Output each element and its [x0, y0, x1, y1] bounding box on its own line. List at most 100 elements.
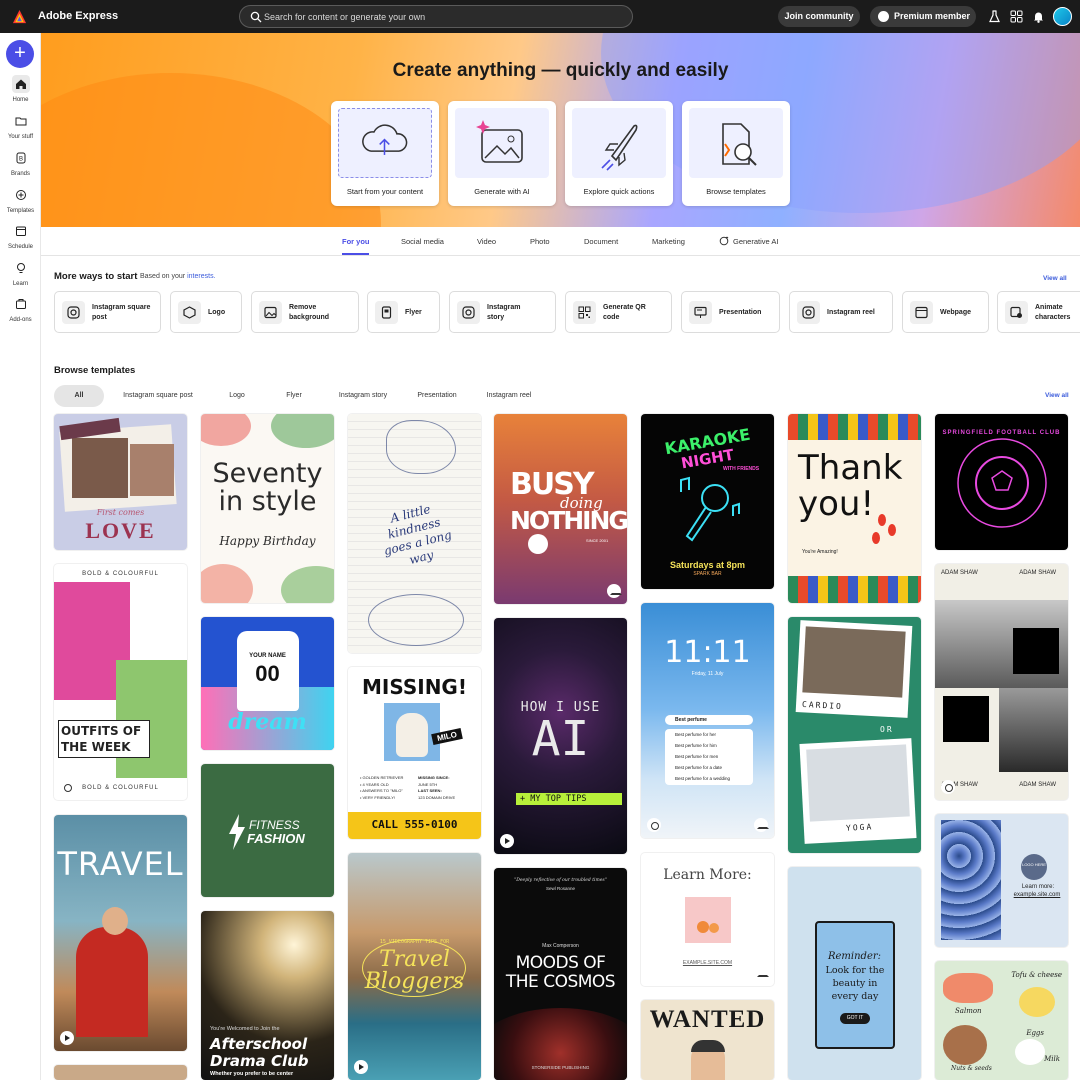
quick-label: Remove background — [289, 303, 330, 321]
template-text: Travel — [379, 947, 450, 972]
template-card-blue-florals[interactable]: LOGO HERE Learn more: example.site.com — [935, 814, 1068, 947]
quick-instagram-reel[interactable]: Instagram reel — [789, 291, 893, 333]
adobe-express-logo-icon[interactable] — [12, 9, 27, 24]
tab-video[interactable]: Video — [477, 237, 496, 246]
rail-item-learn[interactable]: Learn — [0, 259, 41, 287]
template-text: THE WEEK — [61, 740, 131, 754]
logo-icon — [183, 306, 196, 319]
tab-social-media[interactable]: Social media — [401, 237, 444, 246]
user-avatar[interactable] — [1053, 7, 1072, 26]
filter-chip-instagram-square-post[interactable]: Instagram square post — [114, 385, 202, 407]
template-card-jersey[interactable]: YOUR NAME 00 dream — [201, 617, 334, 750]
create-new-button[interactable]: + — [6, 40, 34, 68]
filter-chip-instagram-reel[interactable]: Instagram reel — [478, 385, 540, 407]
template-card-cardio-or-yoga[interactable]: CARDIO OR YOGA — [788, 617, 921, 853]
flyer-icon — [381, 306, 392, 319]
more-ways-view-all-link[interactable]: View all — [1043, 275, 1067, 282]
tab-label: Generative AI — [733, 237, 779, 246]
instagram-icon — [802, 306, 815, 319]
quick-presentation[interactable]: Presentation — [681, 291, 780, 333]
template-card-partial[interactable] — [54, 1065, 187, 1080]
rail-item-add-ons[interactable]: Add-ons — [0, 295, 41, 323]
start-from-content-card[interactable]: Start from your content — [331, 101, 439, 206]
rail-item-templates[interactable]: Templates — [0, 186, 41, 214]
qr-code-icon — [578, 306, 591, 319]
template-card-karaoke-night[interactable]: KARAOKE NIGHT WITH FRIENDS Saturdays at … — [641, 414, 774, 589]
template-card-lock-screen[interactable]: 11:11 Friday, 11 July Best perfume Best … — [641, 603, 774, 838]
template-card-adam-shaw[interactable]: ADAM SHAW ADAM SHAW ADAM SHAW ADAM SHAW — [935, 564, 1068, 800]
filter-chip-logo[interactable]: Logo — [218, 385, 256, 407]
tab-for-you[interactable]: For you — [342, 237, 370, 246]
template-card-kindness[interactable]: A little kindness goes a long way — [348, 414, 481, 653]
left-rail: + Home Your stuff B Brands Templates Sch… — [0, 33, 41, 1080]
quick-logo[interactable]: Logo — [170, 291, 242, 333]
tab-generative-ai[interactable]: Generative AI — [719, 236, 779, 246]
filter-chip-all[interactable]: All — [54, 385, 104, 407]
templates-icon — [15, 190, 26, 200]
quick-webpage[interactable]: Webpage — [902, 291, 989, 333]
template-card-springfield-football[interactable]: SPRINGFIELD FOOTBALL CLUB — [935, 414, 1068, 550]
template-card-missing[interactable]: MISSING! MILO • GOLDEN RETRIEVER • 4 YEA… — [348, 667, 481, 839]
interests-link[interactable]: interests. — [187, 273, 215, 280]
filter-chip-instagram-story[interactable]: Instagram story — [330, 385, 396, 407]
lightning-bolt-icon — [229, 814, 245, 850]
browse-view-all-link[interactable]: View all — [1045, 392, 1069, 399]
template-card-travel-bloggers[interactable]: 15 VIDEOGRAPHY TIPS FOR Travel Bloggers — [348, 853, 481, 1080]
play-icon — [500, 834, 514, 848]
tab-photo[interactable]: Photo — [530, 237, 550, 246]
tab-marketing[interactable]: Marketing — [652, 237, 685, 246]
apps-grid-icon[interactable] — [1010, 10, 1023, 23]
browse-templates-card[interactable]: Browse templates — [682, 101, 790, 206]
template-text: SPARK BAR — [693, 571, 722, 577]
tab-document[interactable]: Document — [584, 237, 618, 246]
filter-chip-presentation[interactable]: Presentation — [410, 385, 464, 407]
search-input[interactable] — [264, 8, 624, 26]
premium-member-button[interactable]: Premium member — [870, 6, 976, 27]
template-card-how-i-use-ai[interactable]: HOW I USE AI + MY TOP TIPS — [494, 618, 627, 854]
template-text: Best perfume for her — [675, 732, 717, 737]
quick-flyer[interactable]: Flyer — [367, 291, 440, 333]
quick-label: Instagram reel — [827, 308, 875, 316]
filter-chip-flyer[interactable]: Flyer — [276, 385, 312, 407]
quick-animate-characters[interactable]: Animate characters — [997, 291, 1080, 333]
template-card-thank-you[interactable]: Thank you! You're Amazing! — [788, 414, 921, 603]
quick-instagram-story[interactable]: Instagram story — [449, 291, 556, 333]
quick-remove-background[interactable]: Remove background — [251, 291, 359, 333]
template-card-learn-more[interactable]: Learn More: EXAMPLE.SITE.COM — [641, 853, 774, 986]
lab-flask-icon[interactable] — [988, 10, 1001, 23]
template-text: Learn More: — [663, 867, 752, 883]
template-card-love[interactable]: First comes LOVE — [54, 414, 187, 550]
rail-item-your-stuff[interactable]: Your stuff — [0, 112, 41, 140]
explore-quick-actions-card[interactable]: Explore quick actions — [565, 101, 673, 206]
quick-label: Instagram square post — [92, 303, 151, 321]
template-card-fitness-fashion[interactable]: FITNESS FASHION — [201, 764, 334, 897]
search-bar[interactable] — [239, 5, 633, 28]
template-card-moods-of-the-cosmos[interactable]: "Deeply reflective of our troubled times… — [494, 868, 627, 1080]
template-card-busy-doing-nothing[interactable]: BUSY doing NOTHING SINCE 2001 — [494, 414, 627, 604]
template-text: you! — [798, 484, 875, 524]
template-text: Happy Birthday — [219, 534, 316, 548]
template-text: Best perfume for men — [675, 754, 719, 759]
rail-item-schedule[interactable]: Schedule — [0, 222, 41, 250]
quick-instagram-square-post[interactable]: Instagram square post — [54, 291, 161, 333]
generate-with-ai-card[interactable]: Generate with AI — [448, 101, 556, 206]
join-community-button[interactable]: Join community — [778, 6, 860, 27]
brand-icon: B — [16, 152, 25, 164]
template-card-protein-foods[interactable]: Tofu & cheese Salmon Eggs Nuts & seeds M… — [935, 961, 1068, 1080]
template-card-travel[interactable]: TRAVEL — [54, 815, 187, 1051]
notification-bell-icon[interactable] — [1032, 10, 1045, 23]
template-card-reminder[interactable]: Reminder: Look for the beauty in every d… — [788, 867, 921, 1080]
template-card-seventy-birthday[interactable]: Seventy in style Happy Birthday — [201, 414, 334, 603]
hero-card-label: Browse templates — [706, 187, 766, 196]
quick-generate-qr-code[interactable]: Generate QR code — [565, 291, 672, 333]
template-text: + MY TOP TIPS — [520, 794, 587, 804]
template-text: Learn more: — [1021, 884, 1055, 890]
template-text: • ANSWERS TO "MILO" — [360, 788, 403, 793]
template-card-wanted[interactable]: WANTED — [641, 1000, 774, 1080]
template-text: NOTHING — [510, 506, 627, 535]
rail-item-brands[interactable]: B Brands — [0, 149, 41, 177]
rail-item-home[interactable]: Home — [0, 75, 41, 103]
rail-label: Your stuff — [7, 134, 34, 140]
template-card-drama-club[interactable]: You're Welcomed to Join the Afterschool … — [201, 911, 334, 1080]
template-card-outfits[interactable]: BOLD & COLOURFUL OUTFITS OF THE WEEK BOL… — [54, 564, 187, 800]
